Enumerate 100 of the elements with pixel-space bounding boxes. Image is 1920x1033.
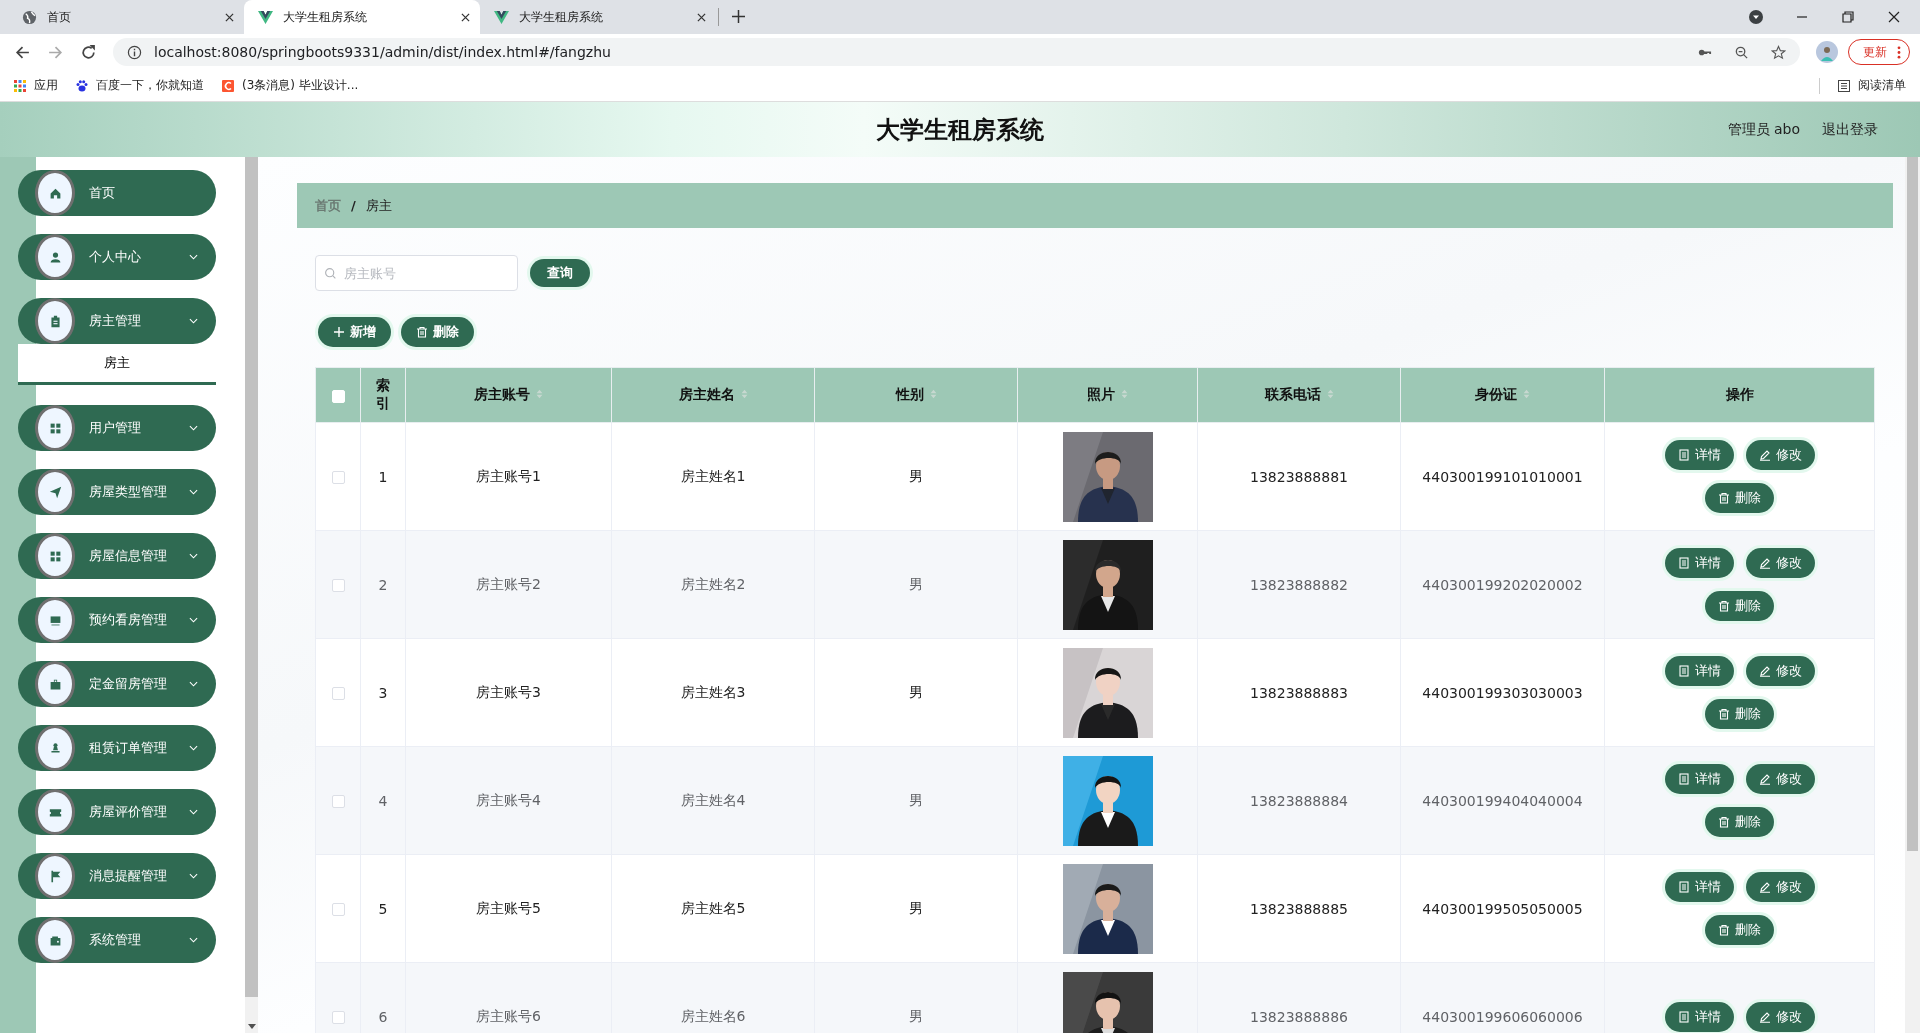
edit-button[interactable]: 修改 bbox=[1745, 548, 1815, 578]
close-icon[interactable] bbox=[461, 12, 470, 22]
column-header[interactable]: 联系电话 bbox=[1197, 367, 1401, 423]
edit-button[interactable]: 修改 bbox=[1745, 440, 1815, 470]
logout-link[interactable]: 退出登录 bbox=[1822, 120, 1878, 139]
document-icon bbox=[1677, 557, 1690, 569]
select-all-checkbox[interactable] bbox=[331, 389, 345, 403]
row-checkbox[interactable] bbox=[331, 1011, 345, 1024]
delete-button[interactable]: 删除 bbox=[401, 317, 474, 347]
new-tab-icon[interactable] bbox=[732, 10, 745, 23]
restore-icon[interactable] bbox=[1840, 9, 1856, 25]
browser-tab[interactable]: 大学生租房系统 bbox=[480, 0, 716, 34]
sidebar-item[interactable]: 用户管理 bbox=[18, 405, 216, 451]
scrollbar-thumb[interactable] bbox=[245, 157, 258, 997]
bookmark[interactable]: 应用 bbox=[14, 77, 58, 94]
sidebar-item[interactable]: 房屋信息管理 bbox=[18, 533, 216, 579]
scrollbar-thumb[interactable] bbox=[1907, 157, 1918, 851]
document-icon bbox=[1677, 1010, 1690, 1023]
column-header[interactable]: 性别 bbox=[814, 367, 1018, 423]
update-button[interactable]: 更新 bbox=[1848, 39, 1910, 65]
breadcrumb-separator: / bbox=[351, 198, 356, 213]
sort-icon[interactable] bbox=[536, 389, 543, 399]
pencil-icon bbox=[1758, 773, 1771, 785]
browser-tab[interactable]: 大学生租房系统 bbox=[244, 0, 480, 34]
row-checkbox[interactable] bbox=[331, 579, 345, 592]
edit-button[interactable]: 修改 bbox=[1745, 764, 1815, 794]
add-button[interactable]: 新增 bbox=[318, 317, 391, 347]
sidebar-item[interactable]: 系统管理 bbox=[18, 917, 216, 963]
sort-icon[interactable] bbox=[740, 389, 748, 399]
reload-icon[interactable] bbox=[80, 43, 97, 61]
sidebar-item[interactable]: 房屋评价管理 bbox=[18, 789, 216, 835]
column-header: 索引 bbox=[360, 367, 406, 423]
detail-button[interactable]: 详情 bbox=[1664, 656, 1734, 686]
bookmark[interactable]: 百度一下，你就知道 bbox=[76, 77, 204, 94]
delete-button[interactable]: 删除 bbox=[1705, 591, 1774, 621]
sort-icon[interactable] bbox=[1523, 389, 1530, 399]
trash-icon bbox=[1718, 492, 1730, 504]
table-cell: 6 bbox=[378, 1008, 388, 1025]
trash-icon bbox=[1718, 816, 1730, 828]
paw-icon bbox=[76, 79, 88, 92]
search-field[interactable]: 房主账号 bbox=[315, 255, 518, 291]
table-cell: 13823888884 bbox=[1250, 792, 1348, 809]
bookmark[interactable]: (3条消息) 毕业设计... bbox=[222, 77, 359, 94]
row-checkbox[interactable] bbox=[331, 795, 345, 808]
edit-button[interactable]: 修改 bbox=[1745, 656, 1815, 686]
detail-button[interactable]: 详情 bbox=[1664, 1001, 1734, 1032]
delete-button[interactable]: 删除 bbox=[1705, 915, 1774, 945]
submenu-item[interactable]: 房主 bbox=[18, 344, 216, 385]
detail-button[interactable]: 详情 bbox=[1664, 872, 1734, 902]
search-button[interactable]: 查询 bbox=[530, 259, 590, 287]
avatar-icon[interactable] bbox=[1816, 41, 1838, 63]
sidebar-item[interactable]: 消息提醒管理 bbox=[18, 853, 216, 899]
table-cell: 13823888885 bbox=[1250, 900, 1348, 917]
close-icon[interactable] bbox=[225, 12, 234, 22]
address-field[interactable]: localhost:8080/springboots9331/admin/dist/index.html#/fangzhu bbox=[113, 38, 1800, 66]
column-header[interactable]: 房主账号 bbox=[405, 367, 612, 423]
detail-button[interactable]: 详情 bbox=[1664, 548, 1734, 578]
sidebar-item[interactable]: 租赁订单管理 bbox=[18, 725, 216, 771]
sort-icon[interactable] bbox=[1326, 389, 1334, 399]
sidebar-item[interactable]: 房主管理 bbox=[18, 298, 216, 344]
table-cell: 房主姓名6 bbox=[680, 1007, 746, 1024]
column-header[interactable]: 照片 bbox=[1017, 367, 1198, 423]
edit-button[interactable]: 修改 bbox=[1745, 872, 1815, 902]
chevron-icon bbox=[189, 873, 198, 879]
row-checkbox[interactable] bbox=[331, 903, 345, 916]
browser-tab[interactable]: 首页 bbox=[8, 0, 244, 34]
zoom-icon[interactable] bbox=[1734, 44, 1749, 60]
edit-button[interactable]: 修改 bbox=[1745, 1001, 1815, 1032]
delete-button[interactable]: 删除 bbox=[1705, 699, 1774, 729]
sidebar-item[interactable]: 首页 bbox=[18, 170, 216, 216]
sidebar-item[interactable]: 个人中心 bbox=[18, 234, 216, 280]
detail-button[interactable]: 详情 bbox=[1664, 764, 1734, 794]
row-checkbox[interactable] bbox=[331, 471, 345, 484]
sidebar-item[interactable]: 预约看房管理 bbox=[18, 597, 216, 643]
close-icon[interactable] bbox=[697, 12, 706, 22]
grid-icon bbox=[48, 421, 62, 435]
dropdown-icon[interactable] bbox=[1748, 9, 1764, 25]
column-header[interactable]: 房主姓名 bbox=[611, 367, 815, 423]
reading-list-button[interactable]: 阅读清单 bbox=[1838, 77, 1906, 94]
table-cell: 2 bbox=[378, 576, 388, 593]
detail-button[interactable]: 详情 bbox=[1664, 440, 1734, 470]
sidebar-item[interactable]: 房屋类型管理 bbox=[18, 469, 216, 515]
star-icon[interactable] bbox=[1771, 44, 1786, 60]
pencil-icon bbox=[1758, 881, 1771, 893]
document-icon bbox=[1677, 449, 1690, 461]
close-icon[interactable] bbox=[1886, 9, 1902, 25]
delete-button[interactable]: 删除 bbox=[1705, 807, 1774, 837]
chevron-icon bbox=[189, 489, 198, 495]
column-header[interactable]: 身份证 bbox=[1400, 367, 1605, 423]
sidebar-item[interactable]: 定金留房管理 bbox=[18, 661, 216, 707]
table-cell: 5 bbox=[378, 900, 388, 917]
delete-button[interactable]: 删除 bbox=[1705, 483, 1774, 513]
table-cell: 男 bbox=[909, 1007, 923, 1024]
sort-icon[interactable] bbox=[1121, 389, 1128, 399]
row-checkbox[interactable] bbox=[331, 687, 345, 700]
sort-icon[interactable] bbox=[929, 389, 937, 399]
home-icon bbox=[48, 186, 62, 200]
table-cell: 房主姓名4 bbox=[680, 791, 746, 808]
trash-icon bbox=[1718, 708, 1730, 720]
pencil-icon bbox=[1758, 557, 1771, 569]
